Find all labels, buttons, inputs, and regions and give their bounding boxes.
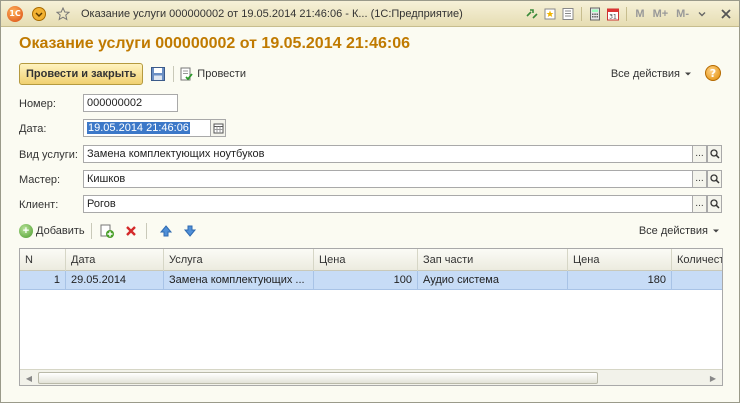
scrollbar-thumb[interactable] <box>38 372 598 384</box>
add-row-label: Добавить <box>36 225 85 237</box>
table-row[interactable]: 1 29.05.2014 Замена комплектующих ... 10… <box>20 271 722 290</box>
service-type-label: Вид услуги: <box>19 149 78 161</box>
date-value: 19.05.2014 21:46:06 <box>87 122 190 134</box>
client-label: Клиент: <box>19 199 59 211</box>
column-header-parts[interactable]: Зап части <box>418 249 568 271</box>
column-header-date[interactable]: Дата <box>66 249 164 271</box>
page-title: Оказание услуги 000000002 от 19.05.2014 … <box>19 35 410 52</box>
chevron-down-icon <box>685 72 691 76</box>
save-icon[interactable] <box>149 65 167 83</box>
number-label: Номер: <box>19 98 56 110</box>
magnifier-icon <box>709 174 720 184</box>
post-button-label: Провести <box>197 68 246 80</box>
calculator-icon[interactable] <box>586 5 604 23</box>
toolbar-divider <box>626 7 628 21</box>
cell-price: 100 <box>314 271 418 290</box>
toolbar-divider <box>581 7 583 21</box>
form-toolbar: Провести и закрыть Провести Все действия… <box>19 63 723 85</box>
cell-date: 29.05.2014 <box>66 271 164 290</box>
number-field[interactable]: 000000002 <box>83 94 178 112</box>
favorites-icon[interactable] <box>541 5 559 23</box>
move-up-icon[interactable] <box>157 222 175 240</box>
document-window: 1С Оказание услуги 000000002 от 19.05.20… <box>0 0 740 403</box>
calendar-icon <box>213 123 223 133</box>
horizontal-scrollbar[interactable]: ◀ ▶ <box>20 369 722 385</box>
column-header-parts-price[interactable]: Цена <box>568 249 672 271</box>
add-row-button[interactable]: + Добавить <box>19 224 85 238</box>
link-icon[interactable] <box>523 5 541 23</box>
help-icon[interactable]: ? <box>705 65 721 81</box>
memory-store-button[interactable]: M <box>631 8 648 20</box>
title-bar-tools: 31 M M+ M- <box>523 5 735 23</box>
title-bar: 1С Оказание услуги 000000002 от 19.05.20… <box>1 1 739 27</box>
toolbar-divider <box>173 66 175 82</box>
window-menu-dropdown-icon[interactable] <box>693 5 711 23</box>
scroll-right-icon[interactable]: ▶ <box>706 372 720 384</box>
all-actions-menu[interactable]: Все действия <box>611 68 693 80</box>
history-icon[interactable] <box>559 5 577 23</box>
column-header-quantity[interactable]: Количест <box>672 249 722 271</box>
service-type-open-button[interactable] <box>707 145 722 163</box>
move-down-icon[interactable] <box>181 222 199 240</box>
close-icon[interactable] <box>717 5 735 23</box>
favorite-star-icon[interactable] <box>55 6 71 22</box>
service-type-choose-button[interactable]: ... <box>692 145 707 163</box>
cell-parts: Аудио система <box>418 271 568 290</box>
toolbar-divider <box>90 223 92 239</box>
delete-row-icon[interactable] <box>122 222 140 240</box>
post-document-icon <box>180 67 193 81</box>
magnifier-icon <box>709 149 720 159</box>
date-label: Дата: <box>19 123 47 135</box>
master-choose-button[interactable]: ... <box>692 170 707 188</box>
svg-text:31: 31 <box>610 14 618 21</box>
cell-quantity <box>672 271 722 290</box>
window-title: Оказание услуги 000000002 от 19.05.2014 … <box>81 7 463 20</box>
memory-subtract-button[interactable]: M- <box>672 8 693 20</box>
services-table: N Дата Услуга Цена Зап части Цена Количе… <box>19 248 723 386</box>
table-toolbar: + Добавить Все действия <box>19 221 723 241</box>
table-header: N Дата Услуга Цена Зап части Цена Количе… <box>20 249 722 271</box>
all-actions-label: Все действия <box>610 68 680 80</box>
cell-number: 1 <box>20 271 66 290</box>
toolbar-divider <box>145 223 147 239</box>
service-type-field[interactable]: Замена комплектующих ноутбуков <box>83 145 693 163</box>
magnifier-icon <box>709 199 720 209</box>
cell-parts-price: 180 <box>568 271 672 290</box>
chevron-down-icon <box>713 229 719 233</box>
calendar-picker-button[interactable] <box>211 119 226 137</box>
table-all-actions-menu[interactable]: Все действия <box>639 225 721 237</box>
column-header-number[interactable]: N <box>20 249 66 271</box>
app-logo-icon[interactable]: 1С <box>7 5 23 22</box>
column-header-price[interactable]: Цена <box>314 249 418 271</box>
client-field[interactable]: Рогов <box>83 195 693 213</box>
client-open-button[interactable] <box>707 195 722 213</box>
copy-row-icon[interactable] <box>98 222 116 240</box>
cell-service: Замена комплектующих ... <box>164 271 314 290</box>
master-label: Мастер: <box>19 174 61 186</box>
memory-add-button[interactable]: M+ <box>649 8 673 20</box>
scroll-left-icon[interactable]: ◀ <box>22 372 36 384</box>
column-header-service[interactable]: Услуга <box>164 249 314 271</box>
post-button[interactable]: Провести <box>178 66 246 82</box>
table-all-actions-label: Все действия <box>638 225 708 237</box>
calendar-icon[interactable]: 31 <box>604 5 622 23</box>
master-open-button[interactable] <box>707 170 722 188</box>
post-and-close-button[interactable]: Провести и закрыть <box>19 63 144 85</box>
date-field[interactable]: 19.05.2014 21:46:06 <box>83 119 211 137</box>
add-icon: + <box>19 224 33 238</box>
menu-dropdown-icon[interactable] <box>31 6 47 22</box>
master-field[interactable]: Кишков <box>83 170 693 188</box>
client-choose-button[interactable]: ... <box>692 195 707 213</box>
